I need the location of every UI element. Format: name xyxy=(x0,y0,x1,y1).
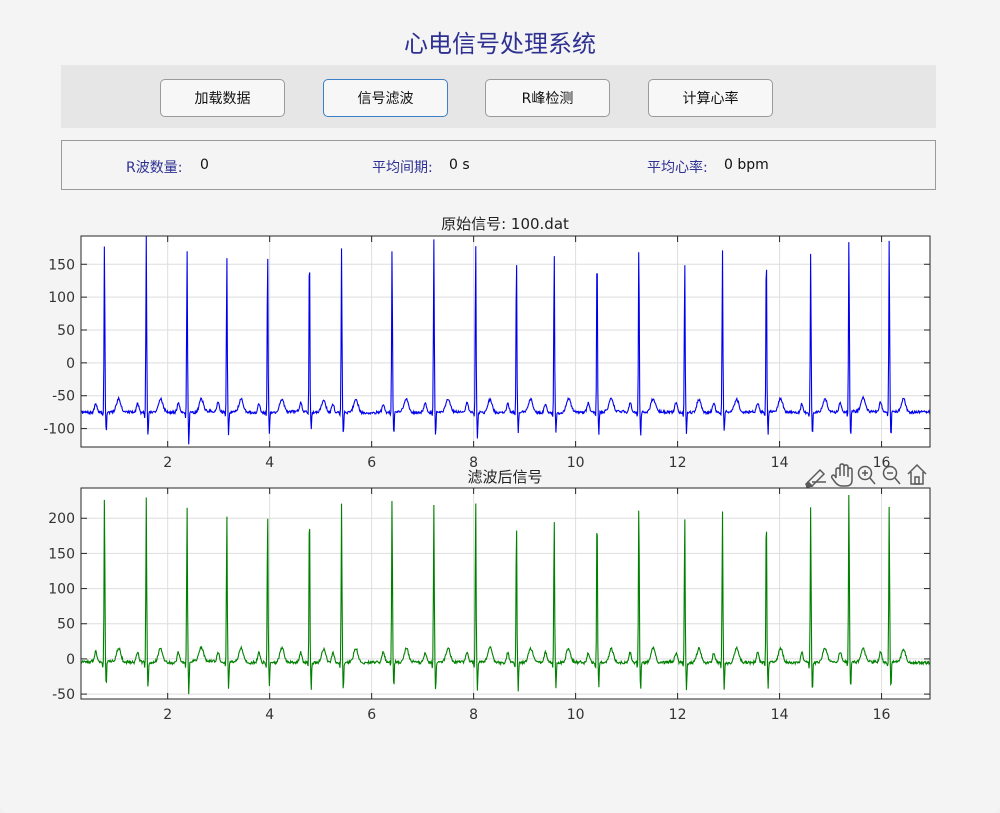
brush-icon[interactable] xyxy=(805,468,826,488)
filtered-signal-axes[interactable]: 滤波后信号 2 4 6 8 10 12 14 16 200 150 100 50 0 -50 xyxy=(48,468,931,723)
filtered-ytick-label-4: 0 xyxy=(66,652,75,668)
raw-ytick-label-5: -100 xyxy=(43,422,75,438)
plots-area: 原始信号: 100.dat 2 4 6 8 10 12 14 16150100500-50-1… xyxy=(43,215,931,723)
raw-xtick-label-2: 6 xyxy=(367,455,376,471)
raw-xtick-label-4: 10 xyxy=(567,455,585,471)
raw-xtick-label-0: 2 xyxy=(163,455,172,471)
raw-xtick-label-6: 14 xyxy=(771,455,789,471)
filtered-ytick-label-1: 150 xyxy=(48,546,75,562)
filtered-xtick-label-5: 12 xyxy=(669,707,687,723)
filtered-plot-background xyxy=(81,488,930,699)
raw-ytick-label-2: 50 xyxy=(57,323,75,339)
filtered-xtick-label-7: 16 xyxy=(873,707,891,723)
raw-chart-title: 原始信号: 100.dat xyxy=(441,215,569,233)
raw-ytick-label-0: 150 xyxy=(48,257,75,273)
filtered-ytick-label-5: -50 xyxy=(52,687,75,703)
axes-toolbar xyxy=(805,463,927,488)
filtered-xtick-label-4: 10 xyxy=(567,707,585,723)
raw-ytick-label-3: 0 xyxy=(66,356,75,372)
raw-signal-axes[interactable]: 原始信号: 100.dat 2 4 6 8 10 12 14 16150100500-50-1… xyxy=(43,215,931,471)
raw-xtick-label-7: 16 xyxy=(873,455,891,471)
filtered-ytick-label-0: 200 xyxy=(48,511,75,527)
filtered-xtick-label-2: 6 xyxy=(367,707,376,723)
filtered-ytick-label-3: 50 xyxy=(57,617,75,633)
home-icon[interactable] xyxy=(907,463,927,485)
filtered-xtick-label-0: 2 xyxy=(163,707,172,723)
filtered-ytick-label-2: 100 xyxy=(48,582,75,598)
pan-hand-icon[interactable] xyxy=(830,463,853,487)
raw-xtick-label-5: 12 xyxy=(669,455,687,471)
raw-plot-background xyxy=(81,236,930,447)
raw-ytick-label-4: -50 xyxy=(52,389,75,405)
filtered-xtick-label-6: 14 xyxy=(771,707,789,723)
filtered-chart-title: 滤波后信号 xyxy=(467,468,542,486)
filtered-xtick-label-3: 8 xyxy=(469,707,478,723)
app-window: 心电信号处理系统 加载数据 信号滤波 R峰检测 计算心率 R波数量: 0 平均间… xyxy=(0,0,1000,813)
filtered-xtick-label-1: 4 xyxy=(265,707,274,723)
raw-xtick-label-1: 4 xyxy=(265,455,274,471)
raw-ytick-label-1: 100 xyxy=(48,290,75,306)
